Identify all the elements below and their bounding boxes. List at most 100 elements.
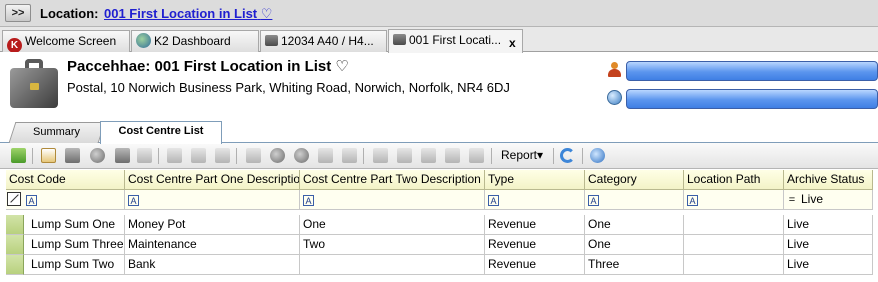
record-title-text: Paccehhae: 001 First Location in List (67, 58, 332, 75)
toolbar-separator (236, 148, 237, 164)
tab-cost-centre-list[interactable]: Cost Centre List (100, 121, 222, 144)
cell-cost-code: Lump Sum One (24, 215, 125, 235)
cell-location-path (684, 255, 784, 275)
contact-field[interactable] (626, 61, 878, 81)
undo-icon[interactable] (373, 148, 388, 163)
grid-filter-row: A A A A A A = Live (6, 190, 873, 210)
page-title: Paccehhae: 001 First Location in List ♡ (67, 57, 349, 75)
toolbar-separator (32, 148, 33, 164)
tree-icon[interactable] (342, 148, 357, 163)
column-header-archive-status[interactable]: Archive Status (784, 170, 873, 190)
table-row[interactable]: Lump Sum One Money Pot One Revenue One L… (6, 215, 873, 235)
column-header-location-path[interactable]: Location Path (684, 170, 784, 190)
table-row[interactable]: Lump Sum Three Maintenance Two Revenue O… (6, 235, 873, 255)
filter-archive-status[interactable]: = Live (784, 190, 873, 210)
link-icon[interactable] (167, 148, 182, 163)
cell-location-path (684, 235, 784, 255)
section-tabs: Summary Cost Centre List (0, 121, 878, 144)
toolbar-separator (158, 148, 159, 164)
table-row[interactable]: Lump Sum Two Bank Revenue Three Live (6, 255, 873, 275)
filter-operator-icon[interactable]: A (588, 195, 599, 206)
remove-item-icon[interactable] (294, 148, 309, 163)
briefcase-icon (393, 34, 406, 45)
tab-asset-12034[interactable]: 12034 A40 / H4... (260, 30, 387, 52)
dashboard-icon (136, 33, 151, 48)
list-icon[interactable] (191, 148, 206, 163)
column-header-cost-code[interactable]: Cost Code (6, 170, 125, 190)
add-new-icon[interactable] (11, 148, 26, 163)
tab-k2-dashboard[interactable]: K2 Dashboard (131, 30, 259, 52)
add-item-icon[interactable] (270, 148, 285, 163)
cell-category: One (585, 235, 684, 255)
heart-icon[interactable]: ♡ (335, 57, 348, 75)
filter-operator-icon[interactable]: A (128, 195, 139, 206)
location-link-text: 001 First Location in List (104, 6, 258, 21)
filter-cost-code[interactable]: A (6, 190, 125, 210)
column-header-type[interactable]: Type (485, 170, 585, 190)
person-icon (607, 62, 622, 77)
location-link[interactable]: 001 First Location in List ♡ (104, 6, 272, 22)
filter-part-one[interactable]: A (125, 190, 300, 210)
tab-welcome-screen[interactable]: K Welcome Screen (2, 30, 130, 52)
sort-descending-icon[interactable] (469, 148, 484, 163)
web-field[interactable] (626, 89, 878, 109)
new-document-icon[interactable] (41, 148, 56, 163)
cell-cost-code: Lump Sum Three (24, 235, 125, 255)
filter-location-path[interactable]: A (684, 190, 784, 210)
expand-button[interactable]: >> (5, 4, 31, 22)
filter-operator-icon[interactable]: A (488, 195, 499, 206)
tab-first-location[interactable]: 001 First Locati... x (388, 29, 523, 53)
filter-archive-value: Live (801, 192, 824, 206)
tab-label: Welcome Screen (25, 34, 117, 48)
help-icon[interactable] (590, 148, 605, 163)
toolbar-separator (491, 148, 492, 164)
redo-icon[interactable] (397, 148, 412, 163)
column-header-part-one[interactable]: Cost Centre Part One Description (125, 170, 300, 190)
tab-label: K2 Dashboard (154, 34, 231, 48)
window-tab-strip: K Welcome Screen K2 Dashboard 12034 A40 /… (0, 27, 878, 53)
record-icon[interactable] (115, 148, 130, 163)
filter-part-two[interactable]: A (300, 190, 485, 210)
cell-type: Revenue (485, 215, 585, 235)
filter-category[interactable]: A (585, 190, 684, 210)
camera-icon[interactable] (246, 148, 261, 163)
filter-operator-icon[interactable]: A (687, 195, 698, 206)
cell-part-one: Money Pot (125, 215, 300, 235)
clipboard-icon[interactable] (421, 148, 436, 163)
cell-archive-status: Live (784, 235, 873, 255)
cell-category: One (585, 215, 684, 235)
report-menu-button[interactable]: Report▾ (501, 148, 543, 162)
cell-type: Revenue (485, 235, 585, 255)
save-icon[interactable] (65, 148, 80, 163)
row-selector[interactable] (6, 255, 24, 275)
clear-filter-icon[interactable] (7, 192, 21, 206)
cancel-icon[interactable] (90, 148, 105, 163)
cell-part-two (300, 255, 485, 275)
column-header-part-two[interactable]: Cost Centre Part Two Description (300, 170, 485, 190)
row-selector[interactable] (6, 215, 24, 235)
record-address: Postal, 10 Norwich Business Park, Whitin… (67, 80, 510, 95)
column-header-category[interactable]: Category (585, 170, 684, 190)
tab-summary[interactable]: Summary (8, 122, 106, 143)
report-label: Report (501, 148, 538, 162)
refresh-icon[interactable] (560, 148, 575, 163)
k-logo-icon: K (7, 38, 22, 52)
filter-operator-icon[interactable]: A (303, 195, 314, 206)
location-bar: >> Location: 001 First Location in List … (0, 0, 878, 27)
row-selector[interactable] (6, 235, 24, 255)
chart-icon[interactable] (318, 148, 333, 163)
columns-icon[interactable] (215, 148, 230, 163)
toolbar: Report▾ (0, 143, 878, 169)
location-label: Location: (40, 6, 99, 21)
copy-icon[interactable] (137, 148, 152, 163)
tab-label: 12034 A40 / H4... (281, 34, 374, 48)
filter-operator-icon[interactable]: A (26, 195, 37, 206)
toolbar-separator (553, 148, 554, 164)
toolbar-separator (582, 148, 583, 164)
sort-ascending-icon[interactable] (445, 148, 460, 163)
close-icon[interactable]: x (509, 33, 516, 53)
cell-type: Revenue (485, 255, 585, 275)
filter-equals-operator[interactable]: = (787, 191, 797, 209)
cell-part-two: Two (300, 235, 485, 255)
filter-type[interactable]: A (485, 190, 585, 210)
